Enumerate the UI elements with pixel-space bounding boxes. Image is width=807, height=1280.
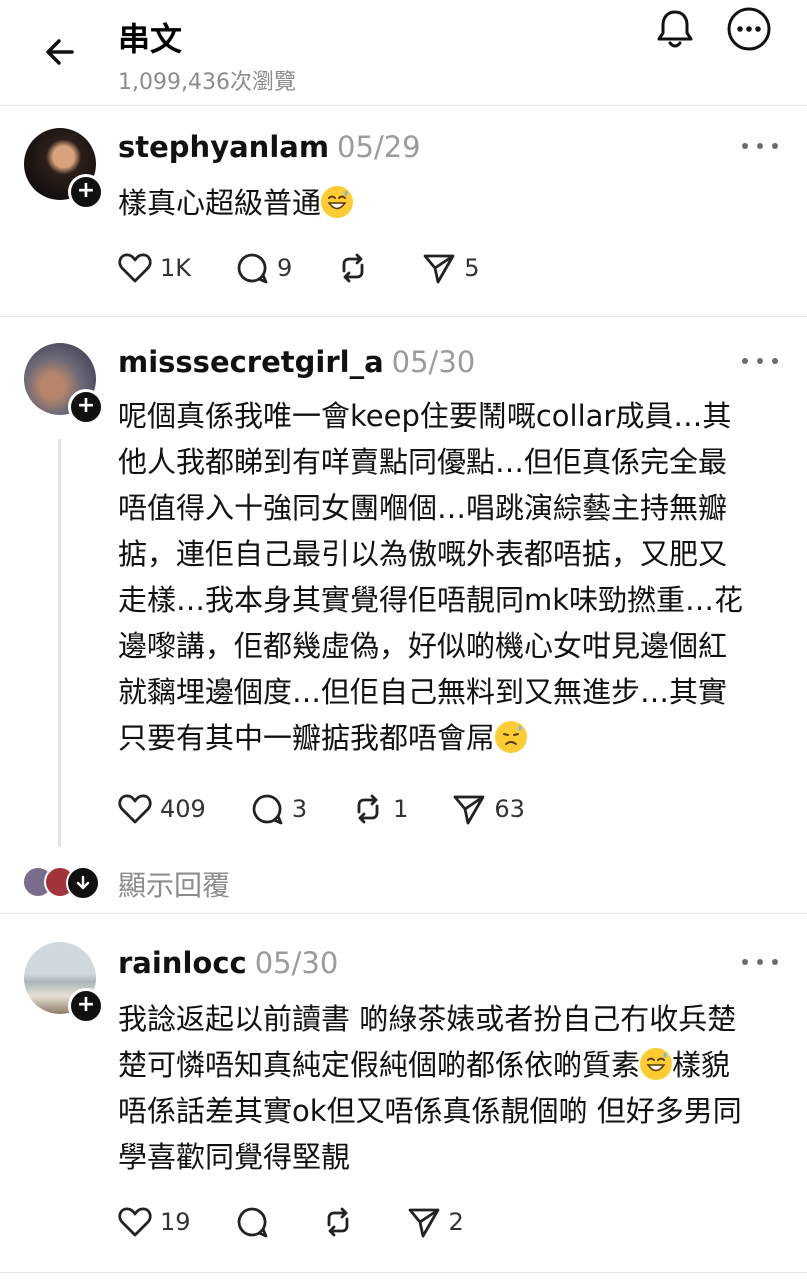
follow-plus-icon[interactable]: +	[68, 988, 104, 1024]
post-more-button[interactable]	[742, 952, 778, 972]
post-actions: 1K 9 5	[118, 248, 524, 288]
more-circle-icon	[727, 7, 771, 51]
heart-icon	[118, 1207, 152, 1237]
share-button[interactable]: 2	[407, 1205, 464, 1239]
arrow-down-icon	[66, 866, 100, 900]
post-actions: 19 2	[118, 1202, 508, 1242]
heart-icon	[118, 794, 152, 824]
comment-count: 3	[291, 795, 308, 823]
post: + rainlocc 05/30 我諗返起以前讀書 啲綠茶婊或者扮自己冇收兵楚 楚…	[0, 914, 807, 1273]
post: + misssecretgirl_a 05/30 呢個真係我唯一會keep住要鬧嘅…	[0, 317, 807, 914]
notification-button[interactable]	[652, 6, 698, 52]
sad-sweat-emoji-icon	[495, 721, 528, 753]
grin-sweat-emoji-icon	[321, 186, 354, 218]
like-button[interactable]: 1K	[118, 252, 191, 284]
post-more-button[interactable]	[742, 136, 778, 156]
header: 串文 1,099,436次瀏覽	[0, 0, 807, 106]
like-count: 1K	[160, 254, 192, 282]
send-icon	[408, 1208, 439, 1238]
back-arrow-icon	[46, 39, 74, 65]
bell-icon	[657, 10, 693, 48]
show-replies-row[interactable]: 顯示回覆	[0, 860, 807, 912]
send-icon	[453, 795, 485, 825]
repost-icon	[357, 794, 379, 824]
comment-button[interactable]: 3	[250, 792, 307, 826]
post-date: 05/29	[337, 130, 421, 164]
post-more-button[interactable]	[742, 351, 778, 371]
like-count: 19	[160, 1208, 191, 1236]
post-actions: 409 3 1 63	[118, 789, 569, 829]
share-count: 63	[494, 795, 525, 823]
username[interactable]: stephyanlam	[118, 130, 329, 164]
share-button[interactable]: 5	[422, 251, 480, 285]
username[interactable]: rainlocc	[118, 946, 247, 980]
page-title: 串文	[118, 20, 183, 58]
repost-button[interactable]	[336, 251, 378, 285]
show-replies-link[interactable]: 顯示回覆	[118, 864, 230, 904]
more-options-button[interactable]	[726, 6, 772, 52]
repost-button[interactable]	[321, 1205, 363, 1239]
comment-button[interactable]	[235, 1205, 277, 1239]
follow-plus-icon[interactable]: +	[68, 389, 104, 425]
like-button[interactable]: 409	[118, 793, 206, 825]
post: + stephyanlam 05/29 樣真心超級普通 1K 9 5	[0, 106, 807, 317]
repost-icon	[327, 1207, 348, 1237]
like-count: 409	[160, 795, 206, 823]
share-count: 5	[464, 254, 480, 282]
post-date: 05/30	[391, 345, 476, 379]
heart-icon	[118, 253, 152, 283]
post-date: 05/30	[254, 946, 339, 980]
comment-button[interactable]: 9	[235, 251, 292, 285]
grin-sweat-emoji-icon	[640, 1048, 673, 1080]
comment-count: 9	[277, 254, 293, 282]
comment-bubble-icon	[237, 1207, 267, 1238]
comment-bubble-icon	[237, 253, 268, 284]
back-button[interactable]	[38, 30, 82, 74]
post-text: 我諗返起以前讀書 啲綠茶婊或者扮自己冇收兵楚 楚可憐唔知真純定假純個啲都係依啲質…	[118, 1002, 742, 1174]
repost-count: 1	[393, 795, 409, 823]
send-icon	[423, 254, 455, 284]
view-count: 1,099,436次瀏覽	[118, 70, 296, 95]
thread-line	[58, 439, 61, 847]
post-text: 樣真心超級普通	[118, 180, 778, 226]
username[interactable]: misssecretgirl_a	[118, 345, 384, 379]
repost-icon	[342, 253, 364, 283]
like-button[interactable]: 19	[118, 1206, 191, 1238]
share-button[interactable]: 63	[452, 792, 525, 826]
comment-bubble-icon	[252, 794, 283, 825]
post-text: 呢個真係我唯一會keep住要鬧嘅collar成員…其 他人我都睇到有咩賣點同優點…	[118, 399, 744, 755]
follow-plus-icon[interactable]: +	[68, 174, 104, 210]
repost-button[interactable]: 1	[351, 792, 408, 826]
share-count: 2	[448, 1208, 464, 1236]
